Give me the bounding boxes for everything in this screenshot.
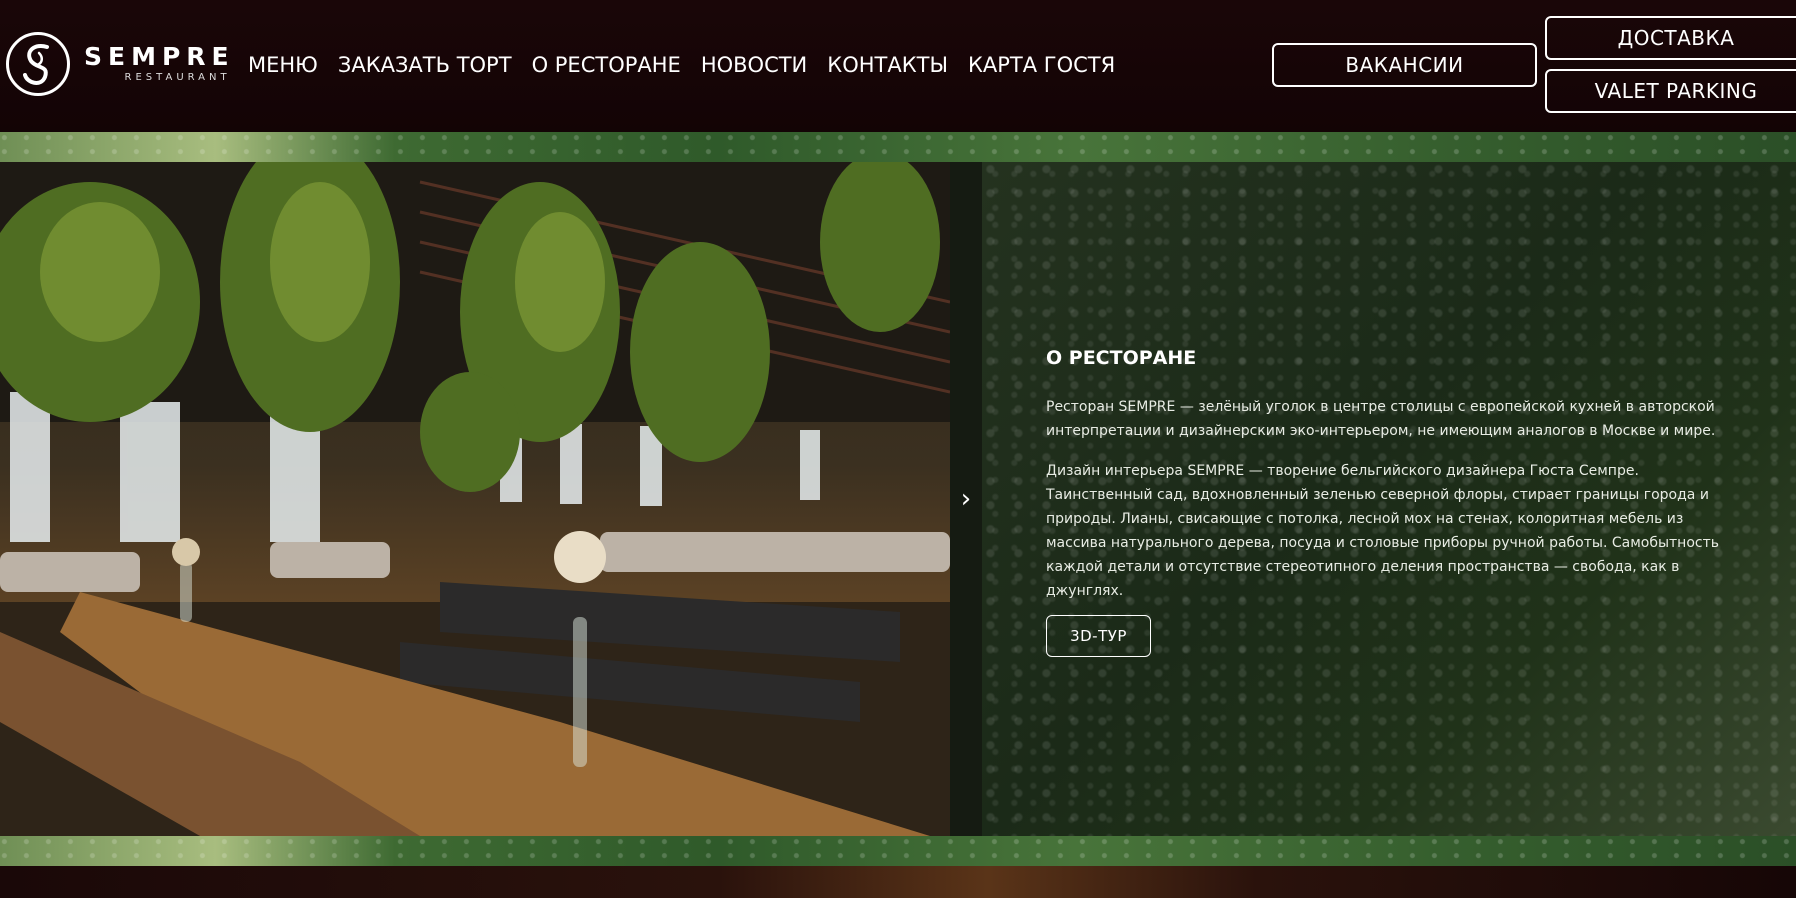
brand-name: SEMPRE (84, 42, 235, 71)
valet-parking-button[interactable]: VALET PARKING (1545, 69, 1796, 113)
logo[interactable]: SEMPRE RESTAURANT (6, 30, 235, 98)
about-paragraph-2: Дизайн интерьера SEMPRE — творение бельг… (1046, 463, 1719, 599)
restaurant-interior-photo (0, 162, 982, 836)
about-title: О РЕСТОРАНЕ (1046, 347, 1197, 369)
nav-item-about[interactable]: О РЕСТОРАНЕ (532, 50, 681, 80)
footer-preview (0, 866, 1796, 898)
vacancies-button[interactable]: ВАКАНСИИ (1272, 43, 1537, 87)
nav-item-contacts[interactable]: КОНТАКТЫ (827, 50, 948, 80)
nav-item-order-cake[interactable]: ЗАКАЗАТЬ ТОРТ (338, 50, 512, 80)
main-nav: МЕНЮ ЗАКАЗАТЬ ТОРТ О РЕСТОРАНЕ НОВОСТИ К… (248, 50, 1115, 80)
chevron-right-icon[interactable]: › (950, 482, 982, 516)
about-paragraph-1: Ресторан SEMPRE — зелёный уголок в центр… (1046, 399, 1716, 439)
nav-item-menu[interactable]: МЕНЮ (248, 50, 318, 80)
delivery-button[interactable]: ДОСТАВКА (1545, 16, 1796, 60)
green-stripe-bottom (0, 836, 1796, 866)
nav-item-news[interactable]: НОВОСТИ (701, 50, 807, 80)
about-section: › О РЕСТОРАНЕ Ресторан SEMPRE — зелёный … (0, 162, 1796, 836)
brand-subtitle: RESTAURANT (124, 72, 231, 83)
site-header: SEMPRE RESTAURANT МЕНЮ ЗАКАЗАТЬ ТОРТ О Р… (0, 0, 1796, 132)
3d-tour-button[interactable]: 3D-ТУР (1046, 615, 1151, 657)
green-stripe-top (0, 132, 1796, 162)
logo-mark-icon (6, 32, 70, 96)
nav-item-guest-card[interactable]: КАРТА ГОСТЯ (968, 50, 1115, 80)
